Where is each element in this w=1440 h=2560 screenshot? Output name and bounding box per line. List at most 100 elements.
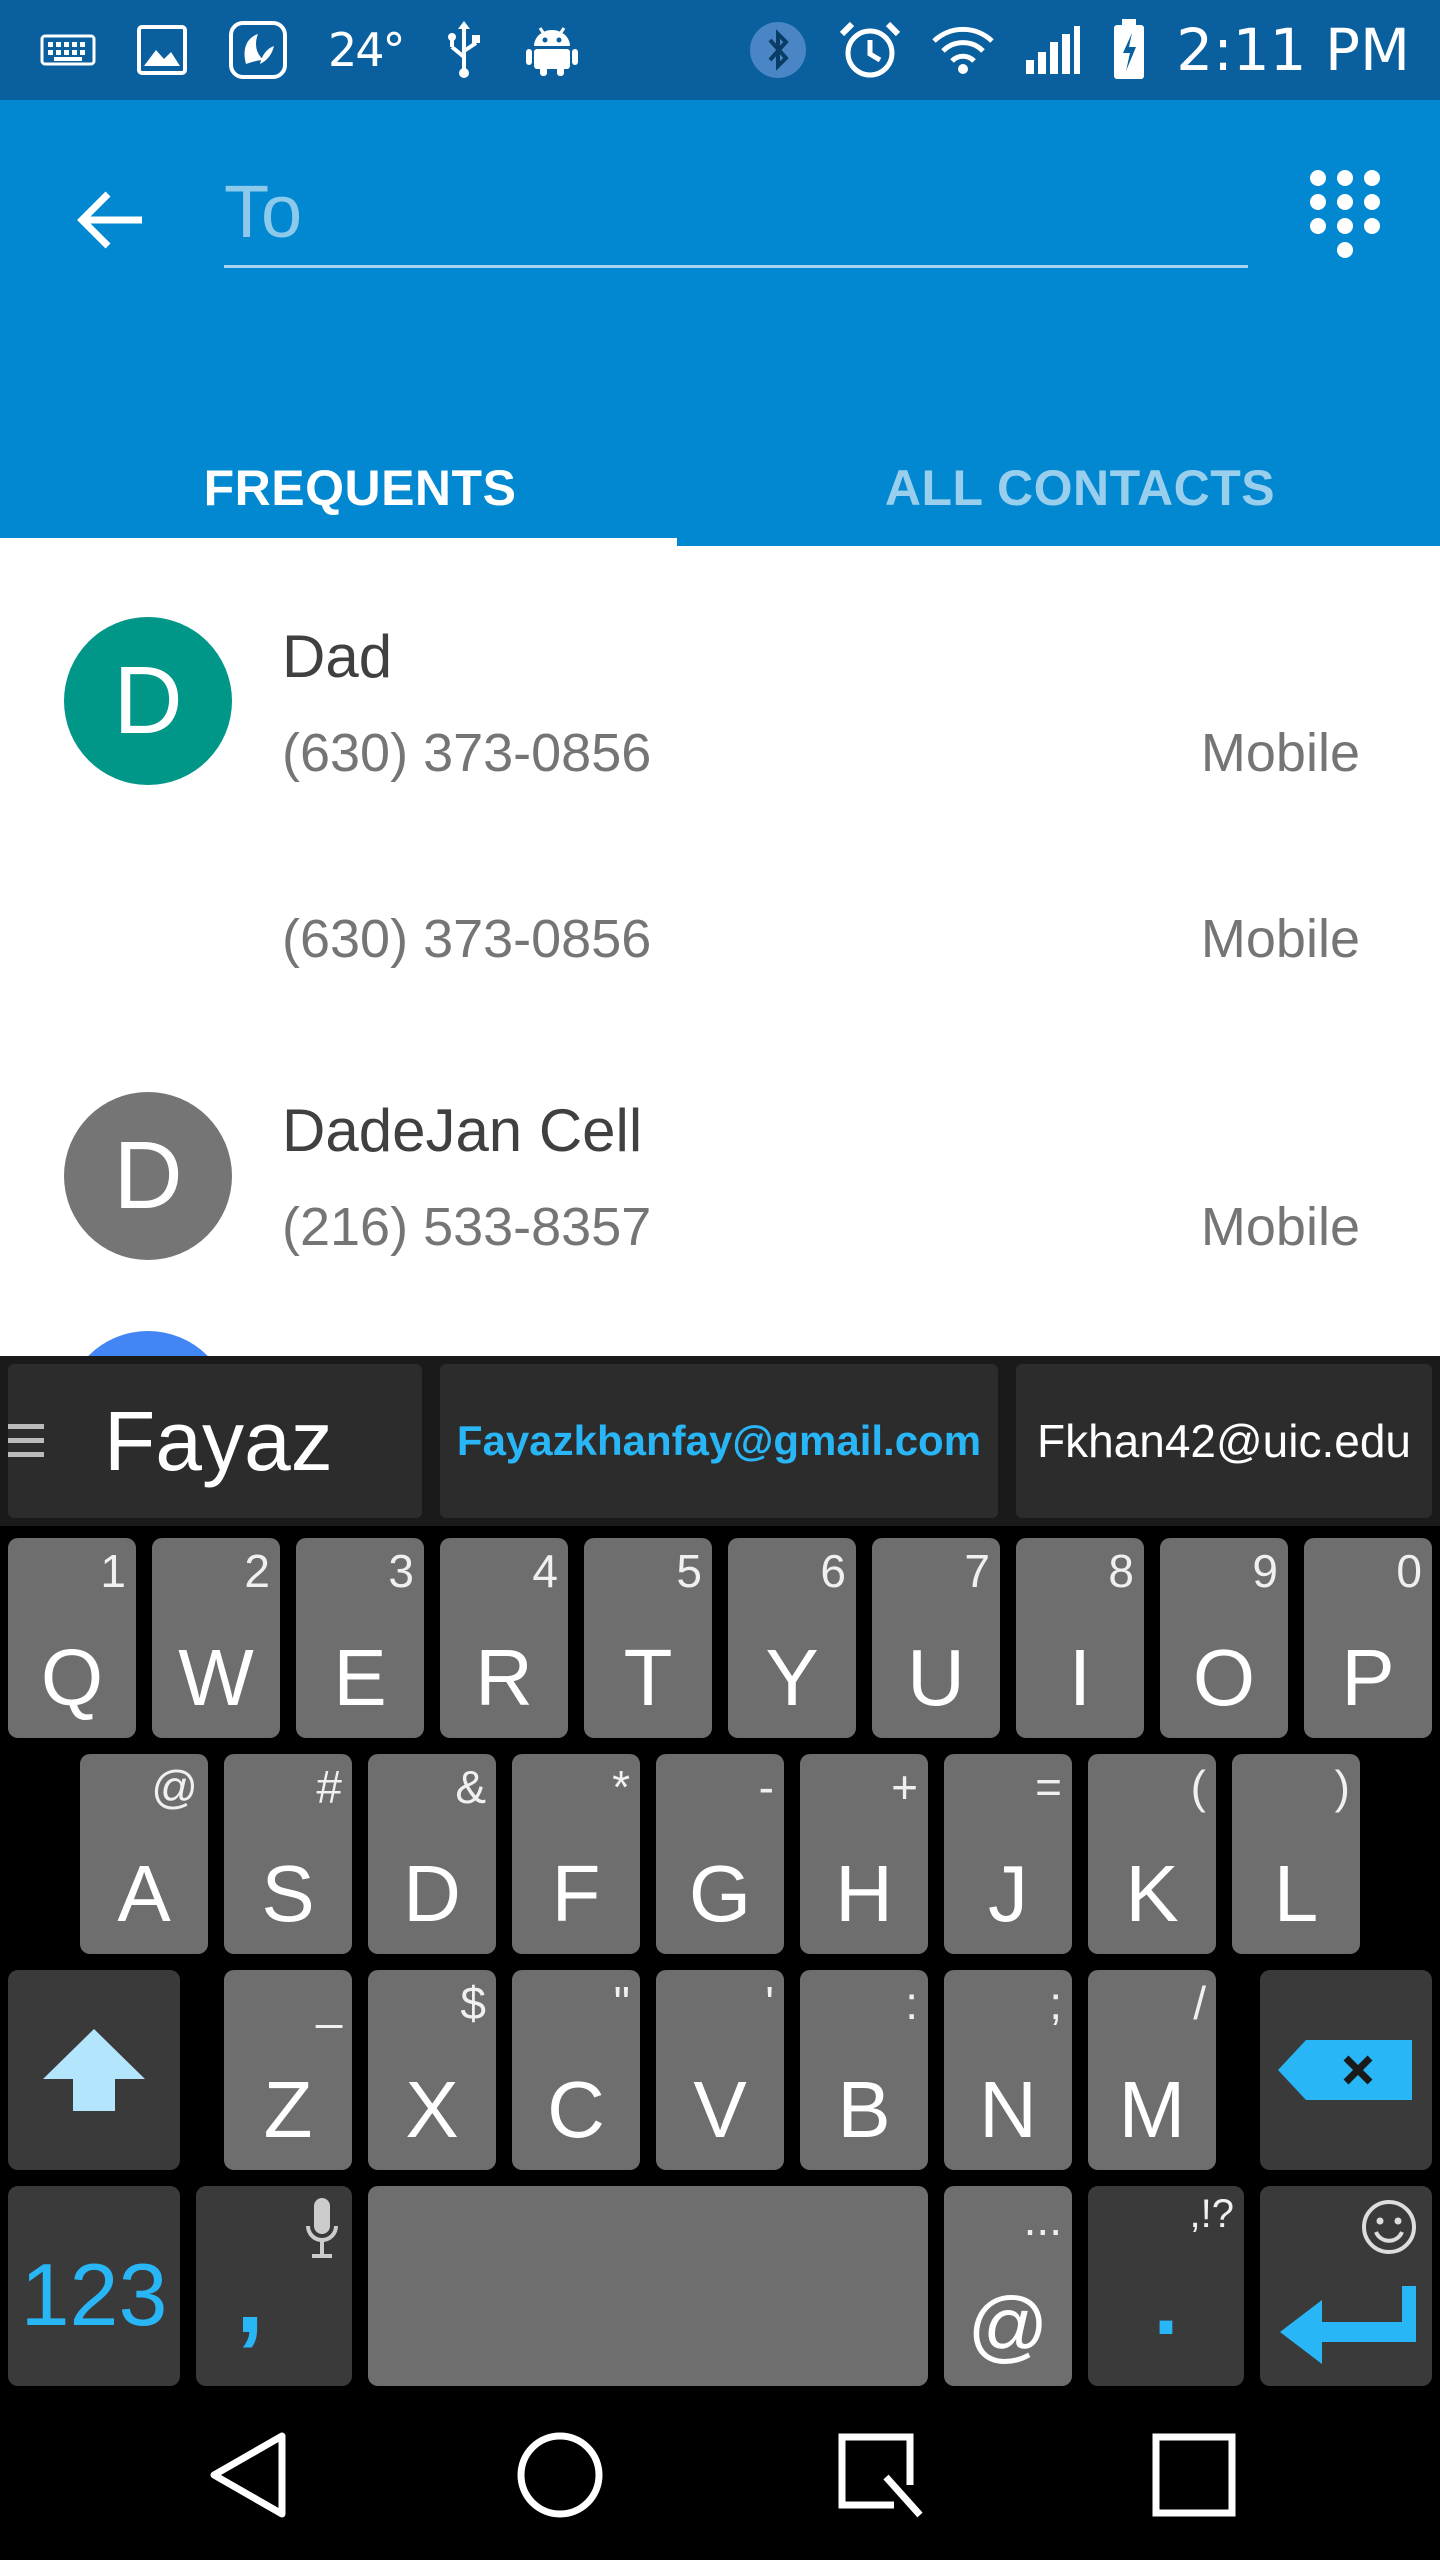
key-e[interactable]: 3E [296, 1538, 424, 1738]
key-hint: ; [1049, 1977, 1062, 2029]
key-n[interactable]: ; N [944, 1970, 1072, 2170]
key-h[interactable]: + H [800, 1754, 928, 1954]
avatar: D [64, 1092, 232, 1260]
comma-key[interactable]: , [196, 2186, 352, 2386]
key-v[interactable]: ' V [656, 1970, 784, 2170]
key-hint: * [612, 1761, 630, 1813]
suggestion-text: Fayazkhanfay@gmail.com [456, 1417, 982, 1464]
suggestion-fayaz[interactable]: Fayaz [8, 1364, 422, 1518]
key-m[interactable]: / M [1088, 1970, 1216, 2170]
key-label: X [405, 2065, 459, 2154]
shift-key[interactable] [8, 1970, 180, 2170]
key-hint: ( [1190, 1761, 1206, 1813]
microphone-icon [306, 2198, 338, 2258]
key-label: O [1192, 1633, 1256, 1722]
quick-memo-icon [838, 2433, 923, 2518]
key-k[interactable]: (K [1088, 1754, 1216, 1954]
contact-phone: (216) 533-8357 [282, 1197, 652, 1257]
key-hint: @ [151, 1761, 198, 1813]
suggestion-bar: Fayaz Fayazkhanfay@gmail.com Fkhan42@uic… [0, 1356, 1440, 1526]
nav-recents-button[interactable] [1114, 2390, 1274, 2560]
enter-arrow-icon [1280, 2286, 1416, 2364]
key-label: K [1125, 1849, 1179, 1938]
contact-name: DadeJan Cell [282, 1097, 643, 1164]
key-g[interactable]: -G [656, 1754, 784, 1954]
battery-charging-icon [1114, 19, 1145, 79]
nav-home-button[interactable] [480, 2390, 640, 2560]
key-b[interactable]: :B [800, 1970, 928, 2170]
key-label: U [907, 1633, 965, 1722]
suggestion-uic[interactable]: Fkhan42@uic.edu [1016, 1364, 1432, 1518]
key-y[interactable]: 6Y [728, 1538, 856, 1738]
numbers-key[interactable]: 123 [8, 2186, 180, 2386]
key-hint: ... [1023, 2193, 1062, 2245]
period-key[interactable]: ,!? . [1088, 2186, 1244, 2386]
key-hint: 7 [964, 1545, 990, 1597]
suggestion-text: Fayaz [104, 1393, 333, 1488]
tab-frequents[interactable]: FREQUENTS [0, 430, 720, 546]
to-input[interactable] [224, 168, 1248, 268]
tab-bar: FREQUENTS ALL CONTACTS [0, 430, 1440, 546]
contact-row-dad[interactable]: D Dad (630) 373-0856 Mobile [0, 546, 1440, 785]
suggestion-text: Fkhan42@uic.edu [1036, 1415, 1412, 1467]
key-p[interactable]: 0P [1304, 1538, 1432, 1738]
space-key[interactable] [368, 2186, 928, 2386]
key-label: W [178, 1633, 254, 1722]
dialpad-button[interactable] [1300, 162, 1390, 272]
key-hint: 4 [532, 1545, 558, 1597]
nav-quick-memo-button[interactable] [800, 2390, 960, 2560]
android-icon [525, 27, 578, 76]
key-hint: = [1035, 1761, 1062, 1813]
key-f[interactable]: * F [512, 1754, 640, 1954]
key-z[interactable]: _ Z [224, 1970, 352, 2170]
key-w[interactable]: 2W [152, 1538, 280, 1738]
key-a[interactable]: @ A [80, 1754, 208, 1954]
key-hint: - [758, 1761, 774, 1813]
key-i[interactable]: 8I [1016, 1538, 1144, 1738]
at-key[interactable]: ... @ [944, 2186, 1072, 2386]
key-hint: + [891, 1761, 918, 1813]
key-u[interactable]: 7U [872, 1538, 1000, 1738]
contact-phone: (630) 373-0856 [282, 909, 652, 969]
contact-phone: (630) 373-0856 [282, 723, 652, 783]
back-button[interactable] [66, 175, 156, 265]
key-t[interactable]: 5T [584, 1538, 712, 1738]
numbers-key-label: 123 [20, 2245, 168, 2344]
key-o[interactable]: 9O [1160, 1538, 1288, 1738]
tab-all-contacts[interactable]: ALL CONTACTS [720, 430, 1440, 546]
key-l[interactable]: ) L [1232, 1754, 1360, 1954]
key-d[interactable]: & D [368, 1754, 496, 1954]
contact-row-dad-number-2[interactable]: (630) 373-0856 Mobile [0, 836, 1440, 986]
key-x[interactable]: $ X [368, 1970, 496, 2170]
key-label: S [261, 1849, 315, 1938]
period-key-label: . [1153, 2254, 1179, 2354]
key-label: A [117, 1849, 171, 1938]
key-label: J [988, 1849, 1028, 1938]
key-hint: # [316, 1761, 342, 1813]
contact-phone-type: Mobile [1200, 1197, 1360, 1257]
key-r[interactable]: 4R [440, 1538, 568, 1738]
key-s[interactable]: # S [224, 1754, 352, 1954]
contact-name: Dad [282, 623, 393, 690]
back-triangle-icon [210, 2432, 286, 2518]
key-hint: ,!? [1189, 2192, 1234, 2236]
key-hint: " [613, 1977, 630, 2029]
backspace-icon [1278, 2040, 1412, 2100]
smiley-icon [1362, 2200, 1416, 2254]
tab-all-contacts-label: ALL CONTACTS [884, 460, 1276, 516]
key-j[interactable]: = J [944, 1754, 1072, 1954]
backspace-key[interactable] [1260, 1970, 1432, 2170]
enter-key[interactable] [1260, 2186, 1432, 2386]
contact-row-dadejan-cell[interactable]: D DadeJan Cell (216) 533-8357 Mobile [0, 1016, 1440, 1306]
saavn-icon [229, 21, 287, 79]
key-q[interactable]: 1Q [8, 1538, 136, 1738]
menu-icon [8, 1424, 44, 1457]
key-label: Y [765, 1633, 819, 1722]
avatar-initial: D [113, 647, 183, 754]
key-c[interactable]: " C [512, 1970, 640, 2170]
suggestion-gmail[interactable]: Fayazkhanfay@gmail.com [440, 1364, 998, 1518]
status-bar: 24° 2:11 PM [0, 0, 1440, 100]
key-label: H [835, 1849, 893, 1938]
nav-back-button[interactable] [168, 2390, 328, 2560]
home-circle-icon [517, 2432, 603, 2518]
